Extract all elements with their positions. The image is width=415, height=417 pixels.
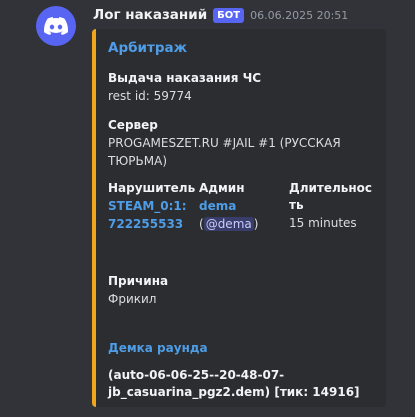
field-admin: Админ dema (@dema) — [199, 180, 258, 233]
paren-open: ( — [199, 217, 204, 231]
bot-avatar[interactable] — [36, 6, 76, 46]
field-punishment-name: Выдача наказания ЧС — [108, 71, 262, 85]
demo-round-link[interactable]: Демка раунда — [108, 339, 386, 357]
author-name[interactable]: Лог наказаний — [93, 7, 207, 23]
field-admin-name: Админ — [199, 181, 245, 195]
field-duration-value: 15 minutes — [289, 216, 357, 230]
field-server-name: Сервер — [108, 118, 158, 132]
violator-steam-link-line1[interactable]: STEAM_0:1: — [108, 197, 195, 215]
field-punishment-value: rest id: 59774 — [108, 89, 192, 103]
field-server-value-line1: PROGAMESZET.RU #JAIL #1 (РУССКАЯ — [108, 136, 341, 150]
field-duration-name-line2: ть — [289, 198, 304, 212]
paren-close: ) — [253, 217, 259, 231]
field-duration: Длительнос ть 15 minutes — [289, 180, 372, 232]
message-timestamp[interactable]: 06.06.2025 20:51 — [250, 9, 348, 22]
field-violator: Нарушитель STEAM_0:1: 722255533 — [108, 180, 195, 233]
field-demo: Демка раунда (auto-06-06-25--20-48-07- j… — [108, 339, 386, 401]
field-violator-name: Нарушитель — [108, 181, 196, 195]
field-punishment: Выдача наказания ЧС rest id: 59774 — [108, 70, 261, 105]
field-reason-value: Фрикил — [108, 292, 157, 306]
demo-file-line2: jb_casuarina_pgz2.dem) [тик: 14916] — [108, 385, 360, 399]
embed-title: Арбитраж — [108, 40, 188, 56]
demo-file-line1: (auto-06-06-25--20-48-07- — [108, 368, 285, 382]
field-duration-name-line1: Длительнос — [289, 181, 373, 195]
admin-mention[interactable]: @dema — [203, 217, 254, 231]
field-reason: Причина Фрикил — [108, 273, 168, 308]
embed-card: Арбитраж Выдача наказания ЧС rest id: 59… — [92, 29, 386, 407]
violator-steam-link-line2[interactable]: 722255533 — [108, 215, 195, 233]
message-header: Лог наказаний БОТ 06.06.2025 20:51 — [93, 7, 348, 23]
admin-link[interactable]: dema — [199, 197, 258, 215]
field-server-value-line2: ТЮРЬМА) — [108, 154, 167, 168]
discord-logo-icon — [44, 17, 68, 35]
field-server: Сервер PROGAMESZET.RU #JAIL #1 (РУССКАЯ … — [108, 117, 383, 170]
field-reason-name: Причина — [108, 274, 169, 288]
bot-badge: БОТ — [213, 7, 245, 23]
admin-mention-line: (@dema) — [199, 215, 258, 233]
